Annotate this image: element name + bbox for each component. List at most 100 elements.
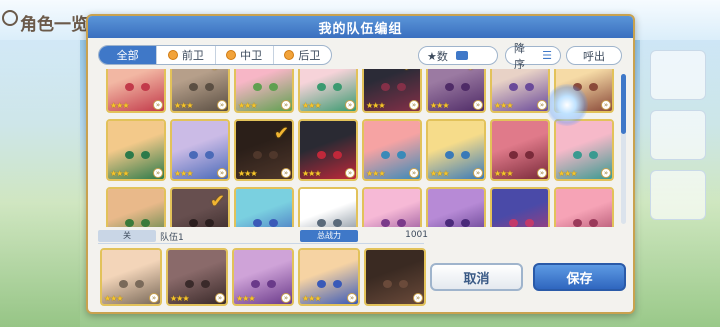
checkmark-icon: ✔ xyxy=(274,123,290,144)
portrait-eye xyxy=(525,219,534,227)
character-card[interactable]: ★★★» xyxy=(554,187,614,227)
checkmark-icon: ✔ xyxy=(466,69,481,76)
party-member-slot[interactable]: ★★★ » xyxy=(298,248,360,306)
portrait-eye xyxy=(399,280,408,288)
star-rating: ★★★ xyxy=(238,101,257,110)
rank-badge-icon: » xyxy=(149,293,159,303)
star-rating: ★★★ xyxy=(174,169,193,178)
portrait-eye xyxy=(201,280,210,288)
cancel-button[interactable]: 取消 xyxy=(430,263,523,291)
character-card[interactable]: ★★★» xyxy=(490,69,550,113)
portrait-eye xyxy=(381,219,390,227)
party-member-slot[interactable]: ★★★ » xyxy=(100,248,162,306)
portrait-eye xyxy=(251,280,260,288)
character-card[interactable]: ★★★» xyxy=(170,119,230,181)
character-card[interactable]: ★★★» xyxy=(362,119,422,181)
rank-badge-icon: » xyxy=(345,168,355,178)
rank-badge-icon: » xyxy=(347,293,357,303)
rank-badge-icon: » xyxy=(217,100,227,110)
character-card[interactable]: ★★★ » xyxy=(298,119,358,181)
character-card[interactable]: ★★★» xyxy=(106,187,166,227)
exit-label: 呼出 xyxy=(583,49,605,63)
character-card[interactable]: ★★★» xyxy=(298,187,358,227)
character-card[interactable]: ★★★» xyxy=(490,187,550,227)
character-portrait xyxy=(364,189,420,227)
rank-badge-icon: » xyxy=(413,293,423,303)
character-grid: ★★★ » ✔ ★★★ » ★★★ » ★★★ » ✔ ★★★ » ✔ ★★★ » ★★★ » ★★★ » ★★★ » ★… xyxy=(106,69,618,227)
character-card[interactable]: ★★★» xyxy=(554,119,614,181)
tab-all[interactable]: 全部 xyxy=(99,46,158,64)
party-member-slot[interactable]: ★★★ » xyxy=(166,248,228,306)
divider xyxy=(98,243,424,244)
party-member-slot[interactable]: » xyxy=(364,248,426,306)
power-value: 1001 xyxy=(405,230,428,240)
grid-scrollbar[interactable] xyxy=(621,74,626,224)
portrait-eye xyxy=(185,280,194,288)
star-rating: ★★★ xyxy=(110,169,129,178)
character-card[interactable]: ★★★» xyxy=(234,187,294,227)
portrait-eye xyxy=(573,151,582,159)
character-card[interactable]: ★★★» xyxy=(426,187,486,227)
exit-button[interactable]: 呼出 xyxy=(566,46,622,65)
star-rating: ★★★ xyxy=(302,169,321,178)
tab-middle[interactable]: 中卫 xyxy=(216,46,274,64)
character-portrait xyxy=(108,189,164,227)
rank-badge-icon: » xyxy=(473,168,483,178)
team-edit-modal: 我的队伍编组 全部 前卫 中卫 后卫 ★数 降序 ☰ 呼出 ★★★»✔★★★»★… xyxy=(86,14,635,314)
party-member-slot[interactable]: ★★★ » xyxy=(232,248,294,306)
character-card[interactable]: ★★★» xyxy=(106,69,166,113)
character-card[interactable]: ★★★» xyxy=(298,69,358,113)
portrait-eye xyxy=(397,151,406,159)
portrait-eye xyxy=(269,83,278,91)
background-right-panel xyxy=(640,40,720,327)
character-card[interactable]: ★★★» xyxy=(362,187,422,227)
tab-front-label: 前卫 xyxy=(181,49,204,62)
portrait-eye xyxy=(125,219,134,227)
character-card[interactable]: ★★★» xyxy=(234,69,294,113)
star-rating: ★★★ xyxy=(366,169,385,178)
character-card[interactable]: ★★★» xyxy=(490,119,550,181)
character-card[interactable]: ✔★★★» xyxy=(362,69,422,113)
character-card[interactable]: ✔★★★» xyxy=(170,69,230,113)
tab-front[interactable]: 前卫 xyxy=(157,46,216,64)
character-card[interactable]: ✔★★★» xyxy=(170,187,230,227)
portrait-eye xyxy=(141,219,150,227)
portrait-eye xyxy=(509,83,518,91)
rank-badge-icon: » xyxy=(537,168,547,178)
stars-filter-button[interactable]: ★数 xyxy=(418,46,498,65)
portrait-eye xyxy=(333,219,342,227)
character-portrait xyxy=(428,189,484,227)
portrait-eye xyxy=(445,219,454,227)
character-card[interactable]: ✔★★★» xyxy=(426,69,486,113)
portrait-eye xyxy=(525,83,534,91)
rank-badge-icon: » xyxy=(601,100,611,110)
star-rating: ★★★ xyxy=(302,294,321,303)
save-button[interactable]: 保存 xyxy=(533,263,626,291)
tab-middle-label: 中卫 xyxy=(240,49,263,62)
tab-back[interactable]: 后卫 xyxy=(274,46,331,64)
character-card[interactable]: ✔★★★» xyxy=(234,119,294,181)
modal-title: 我的队伍编组 xyxy=(318,22,403,37)
portrait-eye xyxy=(317,151,326,159)
portrait-eye xyxy=(317,83,326,91)
tab-all-label: 全部 xyxy=(116,49,139,62)
party-name: 队伍1 xyxy=(160,233,184,243)
portrait-eye xyxy=(381,151,390,159)
position-filter: 全部 前卫 中卫 后卫 xyxy=(98,45,332,65)
portrait-eye xyxy=(589,219,598,227)
sort-button[interactable]: 降序 ☰ xyxy=(505,42,561,71)
sort-label: 降序 xyxy=(514,41,525,71)
portrait-eye xyxy=(333,280,342,288)
portrait-eye xyxy=(125,83,134,91)
character-card[interactable]: ★★★» xyxy=(106,119,166,181)
checkmark-icon: ✔ xyxy=(402,69,417,76)
modal-titlebar: 我的队伍编组 xyxy=(88,16,633,38)
swirl-icon xyxy=(2,10,18,26)
scroll-thumb[interactable] xyxy=(621,74,626,134)
character-card[interactable]: ★★★» xyxy=(426,119,486,181)
side-menu-button xyxy=(650,50,706,100)
star-rating: ★★★ xyxy=(174,101,193,110)
star-rating: ★★★ xyxy=(366,101,385,110)
portrait-eye xyxy=(383,280,392,288)
portrait-eye xyxy=(333,151,342,159)
